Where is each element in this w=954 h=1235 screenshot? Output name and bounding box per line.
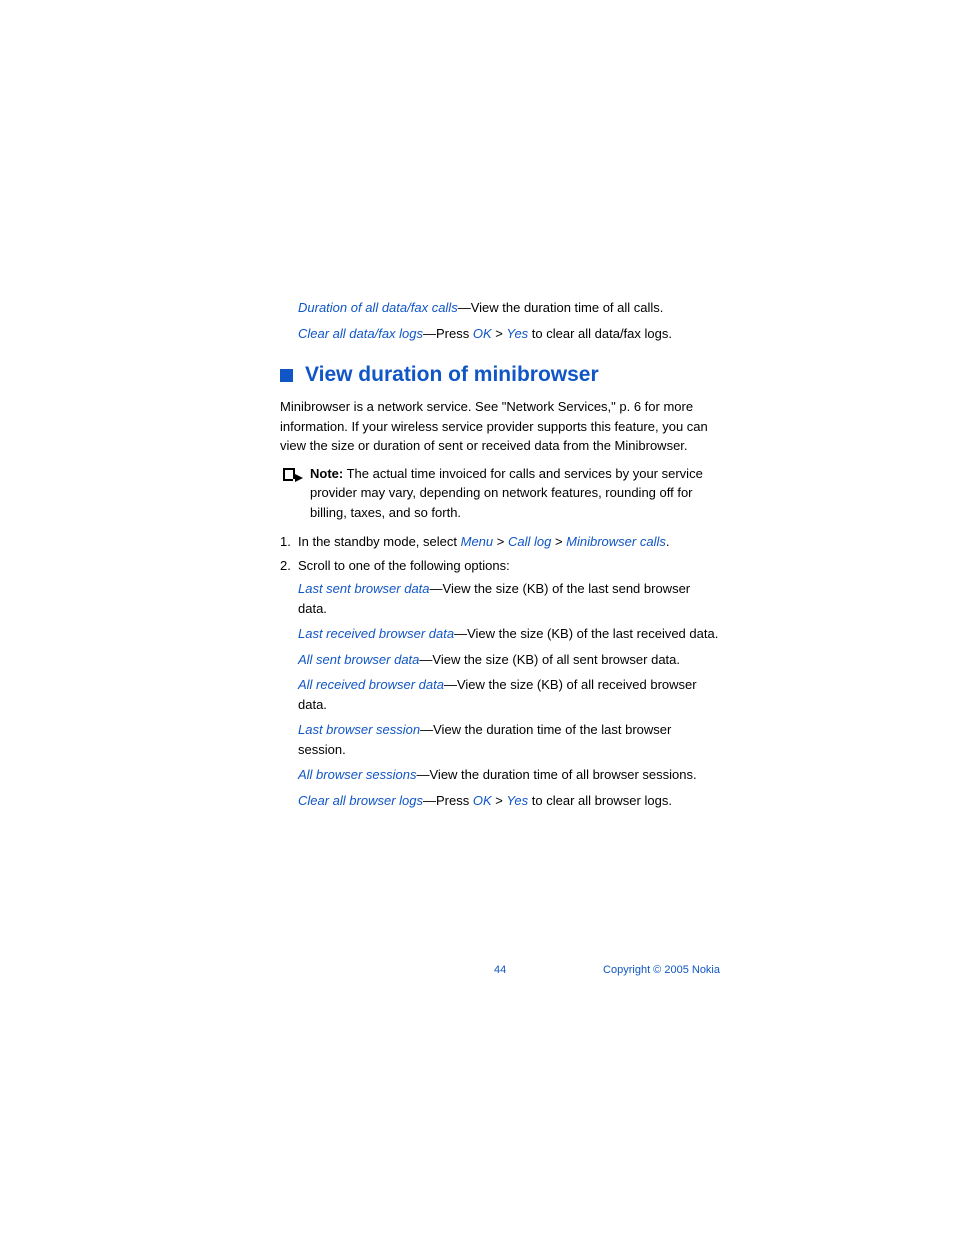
page-content: Duration of all data/fax calls—View the … [280, 298, 720, 816]
step-1: 1. In the standby mode, select Menu > Ca… [280, 532, 720, 552]
opt-clear-logs: Clear all browser logs—Press OK > Yes to… [298, 791, 720, 811]
opt-all-received: All received browser data—View the size … [298, 675, 720, 714]
opt-g-gt: > [492, 793, 507, 808]
opt-a-label: Last sent browser data [298, 581, 430, 596]
opt-last-session: Last browser session—View the duration t… [298, 720, 720, 759]
step-1-post: . [666, 534, 670, 549]
gt-2: > [551, 534, 566, 549]
opt-e-label: Last browser session [298, 722, 420, 737]
intro-paragraph: Minibrowser is a network service. See "N… [280, 397, 720, 456]
opt-f-label: All browser sessions [298, 767, 417, 782]
opt-last-sent: Last sent browser data—View the size (KB… [298, 579, 720, 618]
opt-last-received: Last received browser data—View the size… [298, 624, 720, 644]
note-label: Note: [310, 466, 343, 481]
clear-all-mid1: —Press [423, 326, 473, 341]
step-1-pre: In the standby mode, select [298, 534, 461, 549]
opt-g-yes: Yes [506, 793, 528, 808]
section-heading: View duration of minibrowser [280, 363, 720, 387]
opt-b-rest: —View the size (KB) of the last received… [454, 626, 718, 641]
menu-label: Menu [461, 534, 494, 549]
duration-all-label: Duration of all data/fax calls [298, 300, 458, 315]
opt-b-label: Last received browser data [298, 626, 454, 641]
opt-g-ok: OK [473, 793, 492, 808]
note-icon [280, 466, 310, 491]
gt-sep: > [492, 326, 507, 341]
copyright-text: Copyright © 2005 Nokia [603, 964, 720, 976]
calllog-label: Call log [508, 534, 551, 549]
gt-1: > [493, 534, 508, 549]
page-footer: 44 Copyright © 2005 Nokia [280, 964, 720, 976]
opt-g-mid1: —Press [423, 793, 473, 808]
minibrowser-label: Minibrowser calls [566, 534, 666, 549]
step-1-number: 1. [280, 532, 298, 552]
duration-all-rest: —View the duration time of all calls. [458, 300, 664, 315]
page-number: 44 [494, 964, 506, 976]
ok-label: OK [473, 326, 492, 341]
opt-c-label: All sent browser data [298, 652, 419, 667]
step-2: 2. Scroll to one of the following option… [280, 556, 720, 576]
step-2-number: 2. [280, 556, 298, 576]
opt-c-rest: —View the size (KB) of all sent browser … [419, 652, 680, 667]
opt-all-sessions: All browser sessions—View the duration t… [298, 765, 720, 785]
opt-all-sent: All sent browser data—View the size (KB)… [298, 650, 720, 670]
note-text: Note: The actual time invoiced for calls… [310, 464, 720, 523]
clear-all-line: Clear all data/fax logs—Press OK > Yes t… [298, 324, 720, 344]
yes-label: Yes [506, 326, 528, 341]
step-2-body: Scroll to one of the following options: [298, 556, 720, 576]
step-1-body: In the standby mode, select Menu > Call … [298, 532, 720, 552]
opt-g-label: Clear all browser logs [298, 793, 423, 808]
opt-d-label: All received browser data [298, 677, 444, 692]
note-body: The actual time invoiced for calls and s… [310, 466, 703, 520]
heading-text: View duration of minibrowser [305, 363, 599, 387]
note-block: Note: The actual time invoiced for calls… [280, 464, 720, 523]
clear-all-label: Clear all data/fax logs [298, 326, 423, 341]
duration-all-line: Duration of all data/fax calls—View the … [298, 298, 720, 318]
opt-g-end: to clear all browser logs. [528, 793, 672, 808]
heading-bullet-icon [280, 369, 293, 382]
opt-f-rest: —View the duration time of all browser s… [417, 767, 697, 782]
clear-all-end: to clear all data/fax logs. [528, 326, 672, 341]
